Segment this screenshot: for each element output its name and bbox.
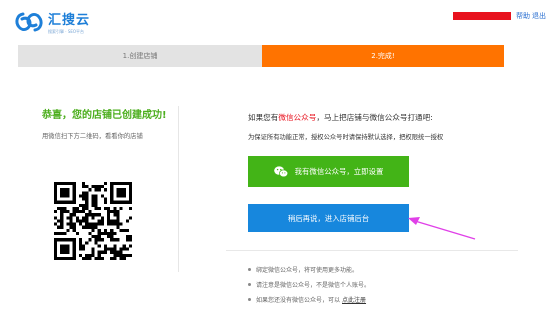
bullet-icon <box>248 298 251 301</box>
vertical-divider <box>178 106 179 272</box>
wechat-icon <box>273 165 288 177</box>
success-title: 恭喜，您的店铺已创建成功! <box>42 110 167 121</box>
wechat-setup-label: 我有微信公众号，立即设置 <box>294 167 384 176</box>
note-text: 请注意是微信公众号，不是微信个人账号。 <box>256 282 371 289</box>
bind-description: 为保证所有功能正常，授权公众号时请保持默认选择，把权限统一授权 <box>248 134 444 141</box>
bind-title-highlight: 微信公众号 <box>278 113 317 122</box>
logout-link[interactable]: 退出 <box>532 11 546 21</box>
note-text: 如果您还没有微信公众号，可以 <box>256 297 341 304</box>
qr-code <box>54 182 132 260</box>
register-link[interactable]: 点此注册 <box>342 295 366 304</box>
bullet-icon <box>248 283 251 286</box>
redacted-username <box>453 12 511 20</box>
horizontal-divider <box>226 250 518 251</box>
list-item: 绑定微信公众号，将可使用更多功能。 <box>248 262 370 277</box>
bind-title-suffix: ，马上把店铺与微信公众号打通吧: <box>316 113 433 122</box>
logo[interactable]: 汇搜云 搜索引擎 · SEO平台 <box>14 9 89 35</box>
bullet-icon <box>248 268 251 271</box>
enter-backend-label: 稍后再说，进入店铺后台 <box>287 213 370 223</box>
logo-subtitle: 搜索引擎 · SEO平台 <box>48 29 85 34</box>
logo-mark-icon <box>15 12 43 32</box>
logo-name: 汇搜云 <box>48 13 91 28</box>
progress-steps: 1.创建店铺 2.完成! <box>18 45 504 67</box>
enter-backend-button[interactable]: 稍后再说，进入店铺后台 <box>248 204 409 232</box>
wechat-setup-button[interactable]: 我有微信公众号，立即设置 <box>248 156 409 187</box>
step-create-shop: 1.创建店铺 <box>18 45 262 67</box>
list-item: 如果您还没有微信公众号，可以 点此注册 <box>248 292 370 307</box>
step-complete: 2.完成! <box>262 45 504 67</box>
bind-title: 如果您有微信公众号，马上把店铺与微信公众号打通吧: <box>248 112 433 123</box>
success-panel: 恭喜，您的店铺已创建成功! 用微信扫下方二维码，看看你的店铺 <box>42 108 172 140</box>
list-item: 请注意是微信公众号，不是微信个人账号。 <box>248 277 370 292</box>
annotation-arrow-icon <box>408 217 476 240</box>
user-links: 帮助 退出 <box>453 11 546 21</box>
notes-list: 绑定微信公众号，将可使用更多功能。 请注意是微信公众号，不是微信个人账号。 如果… <box>248 262 370 307</box>
help-link[interactable]: 帮助 <box>516 11 530 21</box>
scan-hint: 用微信扫下方二维码，看看你的店铺 <box>42 133 143 140</box>
note-text: 绑定微信公众号，将可使用更多功能。 <box>256 267 359 274</box>
bind-title-prefix: 如果您有 <box>248 113 279 122</box>
